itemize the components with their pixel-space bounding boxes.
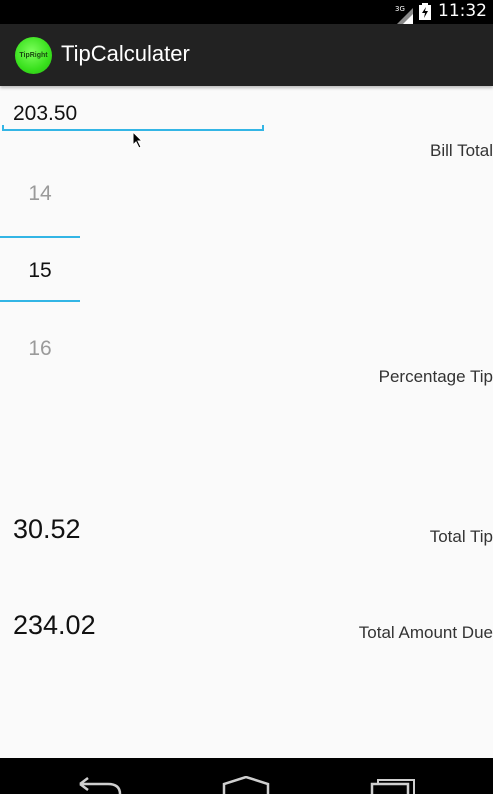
total-tip-value: 30.52 [13,514,81,544]
back-icon[interactable] [78,774,124,794]
total-amount-due-value: 234.02 [13,610,96,640]
picker-option-previous[interactable]: 14 [0,182,80,206]
signal-icon: 3G [395,5,413,24]
recent-apps-icon[interactable] [370,778,416,794]
status-time: 11:32 [438,1,487,21]
percentage-tip-label: Percentage Tip [378,367,493,386]
status-icons: 3G [395,3,431,24]
network-type: 3G [395,5,405,13]
app-logo-text: TipRight [19,52,48,59]
picker-divider-top [0,236,80,238]
picker-option-next[interactable]: 16 [0,337,80,361]
app-title: TipCalculater [61,41,190,66]
action-bar: TipRight TipCalculater [0,24,493,86]
picker-divider-bottom [0,300,80,302]
bill-total-label: Bill Total [430,141,493,160]
home-icon[interactable] [222,776,270,794]
navigation-bar [0,758,493,794]
bill-total-input[interactable] [4,96,273,132]
battery-icon [419,3,431,24]
total-tip-label: Total Tip [429,527,493,546]
picker-option-selected[interactable]: 15 [0,259,80,283]
app-logo-icon[interactable]: TipRight [15,37,52,74]
mouse-pointer-icon [132,131,144,149]
status-bar: 3G 11:32 [0,0,493,24]
total-amount-due-label: Total Amount Due [358,623,493,642]
